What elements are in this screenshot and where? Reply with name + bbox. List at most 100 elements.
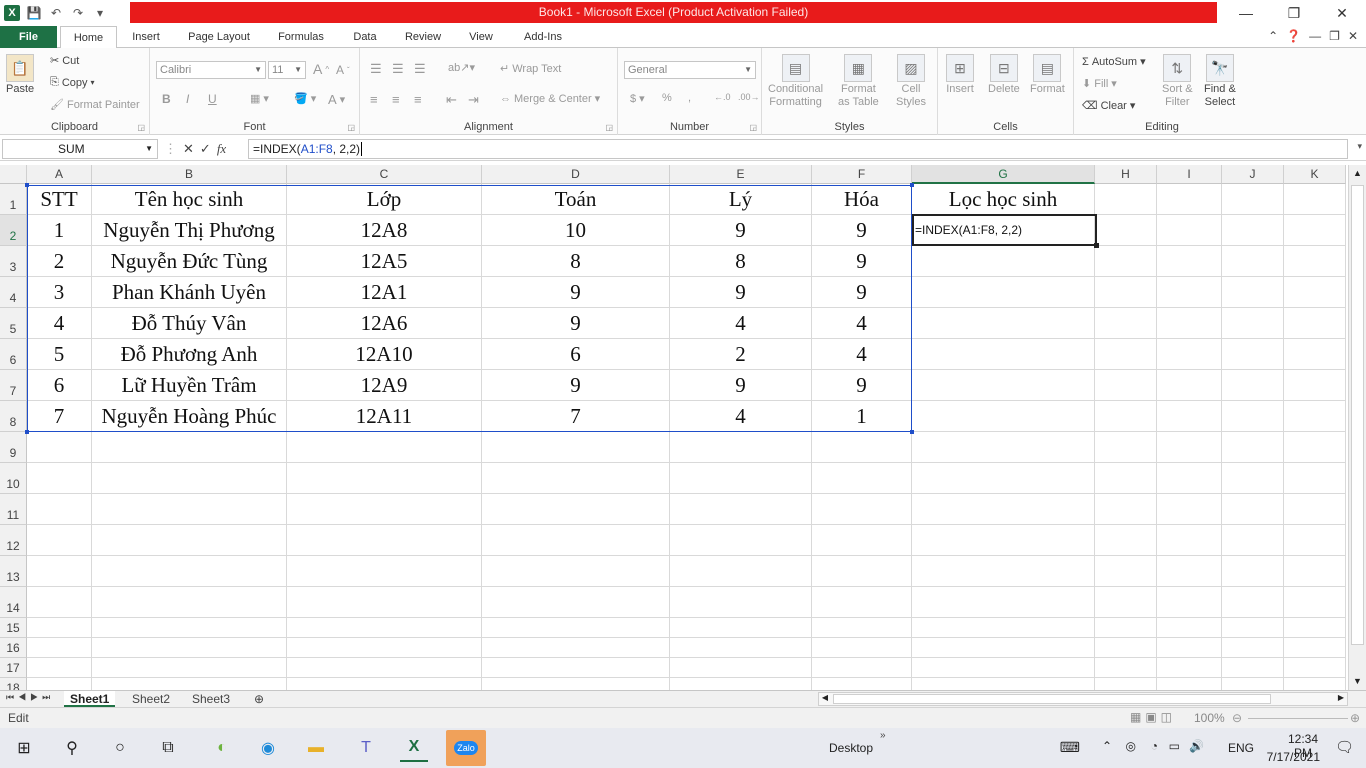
cell-j16[interactable]: [1222, 638, 1284, 658]
cell-f4[interactable]: 9: [812, 277, 912, 308]
cell-f3[interactable]: 9: [812, 246, 912, 277]
cell-k3[interactable]: [1284, 246, 1346, 277]
cell-j1[interactable]: [1222, 184, 1284, 215]
cell-h3[interactable]: [1095, 246, 1157, 277]
sheet-nav-arrows[interactable]: ⏮◀▶⏭: [6, 692, 54, 703]
zalo-icon[interactable]: Zalo: [446, 730, 486, 766]
font-color-button[interactable]: A ▾: [328, 92, 345, 107]
cell-c1[interactable]: Lớp: [287, 184, 482, 215]
cell-e13[interactable]: [670, 556, 812, 587]
cell-i2[interactable]: [1157, 215, 1222, 246]
cell-j8[interactable]: [1222, 401, 1284, 432]
keyboard-icon[interactable]: ⌨: [1060, 739, 1080, 756]
cell-e1[interactable]: Lý: [670, 184, 812, 215]
cell-d10[interactable]: [482, 463, 670, 494]
file-explorer-icon[interactable]: ▬: [302, 734, 330, 762]
cell-g18[interactable]: [912, 678, 1095, 690]
row-header-18[interactable]: 18: [0, 678, 27, 690]
tab-add-ins[interactable]: Add-Ins: [514, 26, 572, 48]
wifi-icon[interactable]: ◔: [1151, 739, 1158, 753]
cell-g14[interactable]: [912, 587, 1095, 618]
column-header-h[interactable]: H: [1095, 165, 1157, 184]
cell-b16[interactable]: [92, 638, 287, 658]
cell-i15[interactable]: [1157, 618, 1222, 638]
cell-h18[interactable]: [1095, 678, 1157, 690]
cell-i13[interactable]: [1157, 556, 1222, 587]
cell-j15[interactable]: [1222, 618, 1284, 638]
cell-b1[interactable]: Tên học sinh: [92, 184, 287, 215]
cell-i5[interactable]: [1157, 308, 1222, 339]
cell-a5[interactable]: 4: [27, 308, 92, 339]
cell-h6[interactable]: [1095, 339, 1157, 370]
cell-a4[interactable]: 3: [27, 277, 92, 308]
cell-j9[interactable]: [1222, 432, 1284, 463]
volume-icon[interactable]: 🔊: [1189, 739, 1204, 753]
align-top-icon[interactable]: ☰: [370, 61, 382, 77]
cell-k11[interactable]: [1284, 494, 1346, 525]
workbook-close-icon[interactable]: ✕: [1348, 29, 1358, 43]
column-header-k[interactable]: K: [1284, 165, 1346, 184]
cell-h9[interactable]: [1095, 432, 1157, 463]
conditional-formatting-button[interactable]: ▤ Conditional Formatting: [768, 54, 823, 108]
shrink-font-button[interactable]: Aˇ: [336, 63, 350, 77]
cell-h1[interactable]: [1095, 184, 1157, 215]
row-header-13[interactable]: 13: [0, 556, 27, 587]
cell-j13[interactable]: [1222, 556, 1284, 587]
cell-b11[interactable]: [92, 494, 287, 525]
cell-h7[interactable]: [1095, 370, 1157, 401]
windows-start-icon[interactable]: ⊞: [10, 734, 38, 762]
sheet-tab-sheet1[interactable]: Sheet1: [64, 691, 116, 707]
redo-icon[interactable]: ↷: [70, 5, 86, 21]
cell-f7[interactable]: 9: [812, 370, 912, 401]
name-box[interactable]: SUM ▼: [2, 139, 158, 159]
cell-c2[interactable]: 12A8: [287, 215, 482, 246]
autosum-button[interactable]: Σ AutoSum ▾: [1082, 55, 1146, 69]
merge-center-button[interactable]: ⇔ Merge & Center ▾: [500, 92, 600, 106]
format-painter-button[interactable]: 🖌 Format Painter: [50, 98, 140, 112]
align-center-icon[interactable]: ≡: [392, 92, 400, 107]
cell-b4[interactable]: Phan Khánh Uyên: [92, 277, 287, 308]
cell-h11[interactable]: [1095, 494, 1157, 525]
cell-d3[interactable]: 8: [482, 246, 670, 277]
cell-f5[interactable]: 4: [812, 308, 912, 339]
cell-j17[interactable]: [1222, 658, 1284, 678]
cell-d13[interactable]: [482, 556, 670, 587]
cell-c8[interactable]: 12A11: [287, 401, 482, 432]
cell-b17[interactable]: [92, 658, 287, 678]
task-view-icon[interactable]: ⧉: [154, 734, 182, 762]
row-header-7[interactable]: 7: [0, 370, 27, 401]
cell-f17[interactable]: [812, 658, 912, 678]
cell-i4[interactable]: [1157, 277, 1222, 308]
cell-i8[interactable]: [1157, 401, 1222, 432]
dialog-launcher-icon[interactable]: ◲: [137, 123, 145, 132]
zoom-slider[interactable]: [1248, 718, 1348, 719]
close-button[interactable]: ✕: [1318, 0, 1366, 26]
cell-b14[interactable]: [92, 587, 287, 618]
cell-f14[interactable]: [812, 587, 912, 618]
cell-k2[interactable]: [1284, 215, 1346, 246]
cell-c16[interactable]: [287, 638, 482, 658]
format-as-table-button[interactable]: ▦ Format as Table: [838, 54, 879, 108]
cell-c10[interactable]: [287, 463, 482, 494]
cell-d7[interactable]: 9: [482, 370, 670, 401]
cell-g13[interactable]: [912, 556, 1095, 587]
notification-icon[interactable]: 🗨: [1335, 738, 1354, 756]
cell-j4[interactable]: [1222, 277, 1284, 308]
font-name-combo[interactable]: Calibri ▼: [156, 61, 266, 79]
percent-button[interactable]: %: [662, 92, 672, 104]
cell-h4[interactable]: [1095, 277, 1157, 308]
cell-f12[interactable]: [812, 525, 912, 556]
cell-k9[interactable]: [1284, 432, 1346, 463]
cell-h13[interactable]: [1095, 556, 1157, 587]
row-header-12[interactable]: 12: [0, 525, 27, 556]
cell-c7[interactable]: 12A9: [287, 370, 482, 401]
dialog-launcher-icon[interactable]: ◲: [605, 123, 613, 132]
cell-g2[interactable]: =INDEX(A1:F8, 2,2): [912, 215, 1095, 246]
cell-e2[interactable]: 9: [670, 215, 812, 246]
cell-a15[interactable]: [27, 618, 92, 638]
row-header-1[interactable]: 1: [0, 184, 27, 215]
cell-c18[interactable]: [287, 678, 482, 690]
cell-d8[interactable]: 7: [482, 401, 670, 432]
row-header-10[interactable]: 10: [0, 463, 27, 494]
cell-d12[interactable]: [482, 525, 670, 556]
